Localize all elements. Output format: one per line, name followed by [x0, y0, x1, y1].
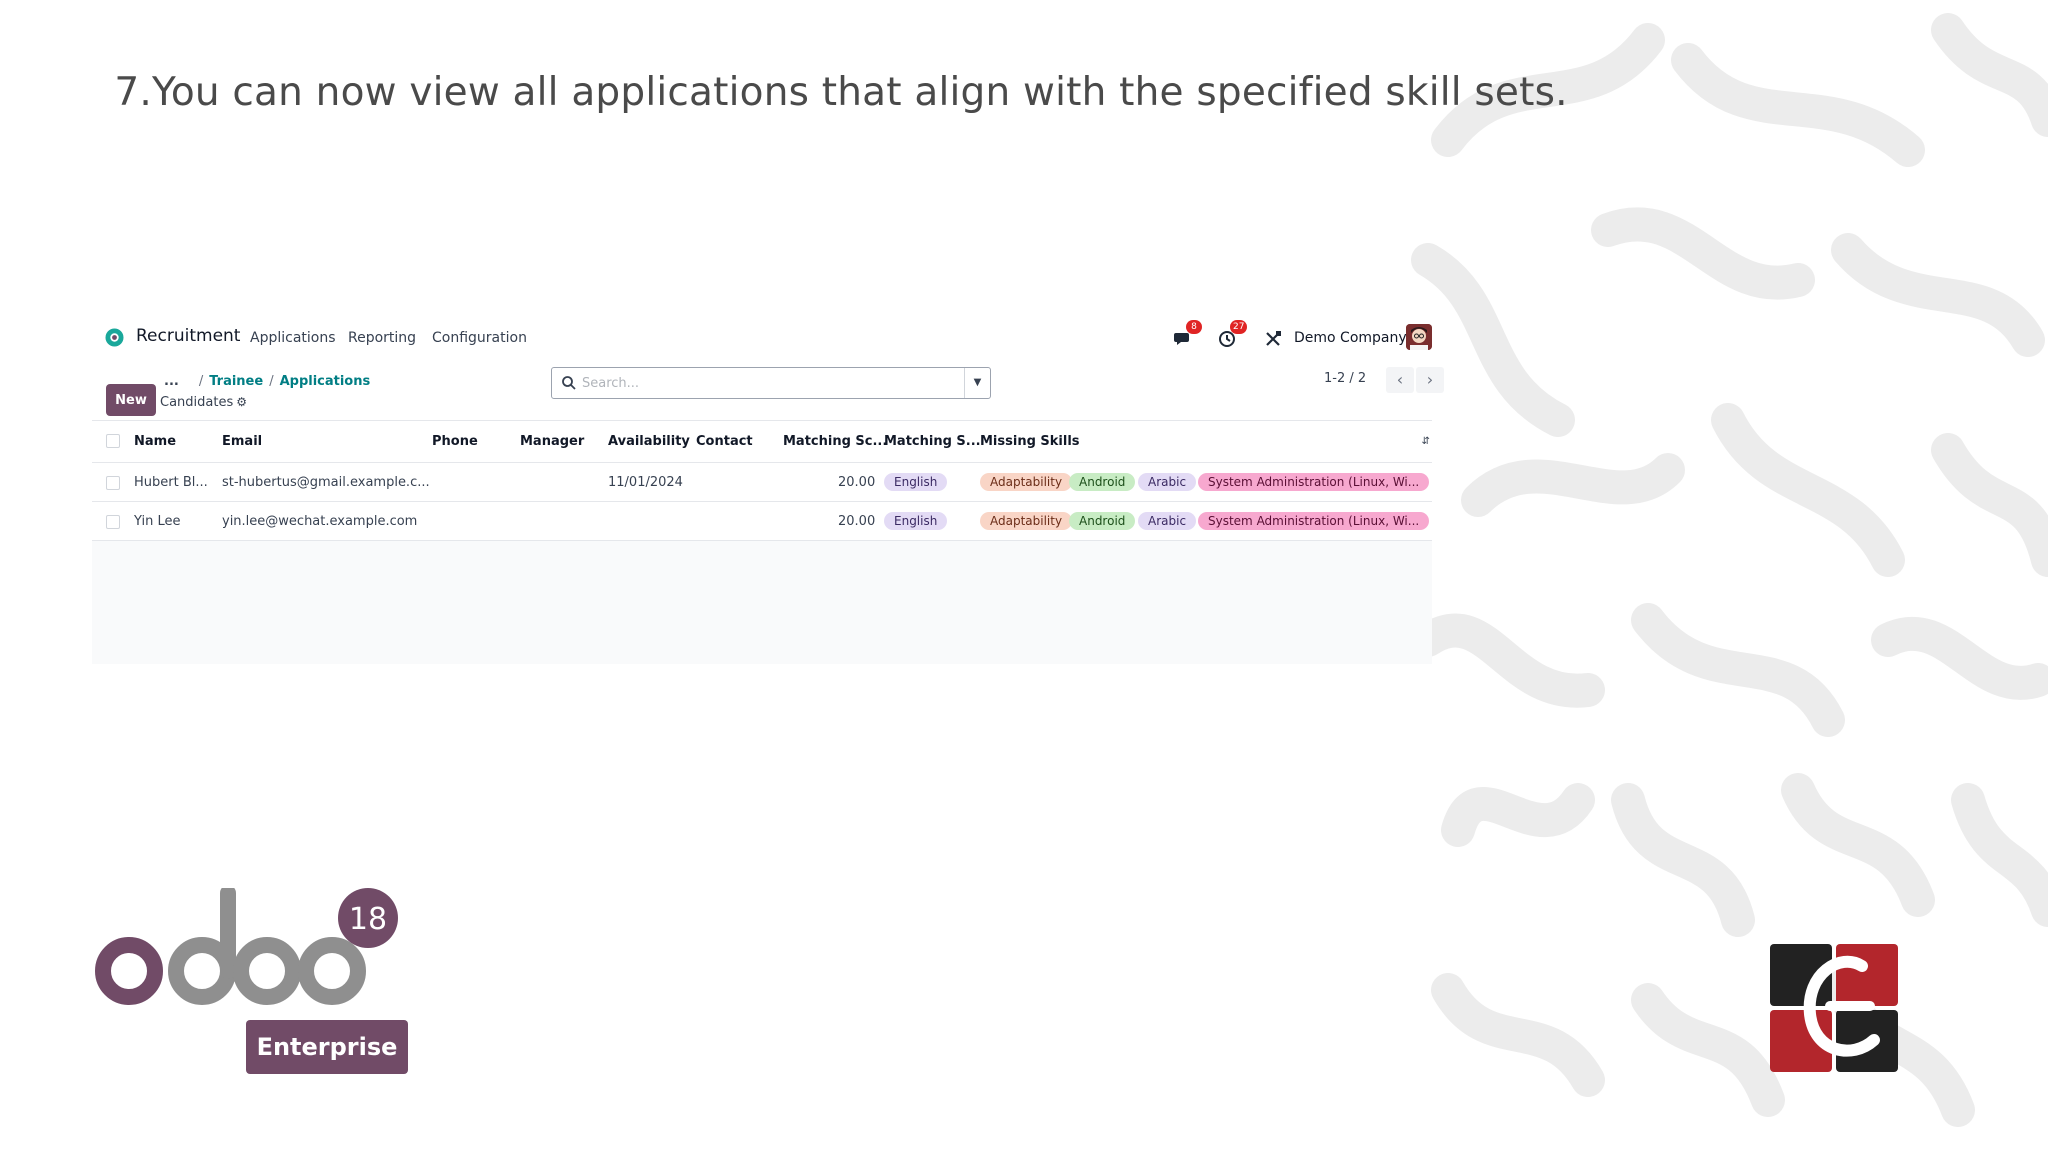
cell-name: Yin Lee: [134, 514, 181, 529]
column-header-phone[interactable]: Phone: [432, 434, 478, 449]
cell-email: yin.lee@wechat.example.com: [222, 514, 418, 529]
breadcrumb-separator: /: [269, 374, 274, 389]
search-input[interactable]: [582, 373, 952, 393]
new-button[interactable]: New: [106, 384, 156, 416]
table-header: Name Email Phone Manager Availability Co…: [92, 421, 1432, 463]
cell-email: st-hubertus@gmail.example.c...: [222, 475, 430, 490]
tag-missing-android: Android: [1069, 512, 1136, 530]
column-header-manager[interactable]: Manager: [520, 434, 584, 449]
view-subtitle: Candidates ⚙: [160, 395, 247, 410]
enterprise-badge: Enterprise: [246, 1020, 408, 1074]
tag-missing-adaptability: Adaptability: [980, 512, 1073, 530]
search-icon: [562, 376, 576, 390]
pager-value[interactable]: 1-2 / 2: [1324, 371, 1366, 386]
menu-configuration[interactable]: Configuration: [432, 330, 527, 346]
user-avatar-image: [1406, 324, 1432, 350]
table-row[interactable]: Yin Lee yin.lee@wechat.example.com 20.00…: [92, 502, 1432, 541]
tag-missing-adaptability: Adaptability: [980, 473, 1073, 491]
breadcrumb-separator: /: [198, 374, 204, 389]
breadcrumb-trainee[interactable]: Trainee: [209, 374, 263, 389]
background-pattern: [1411, 13, 2048, 1127]
tag-missing-arabic: Arabic: [1138, 512, 1197, 530]
column-header-contact[interactable]: Contact: [696, 434, 753, 449]
tag-missing-system-administration: System Administration (Linux, Wi...: [1198, 473, 1430, 491]
breadcrumb-applications[interactable]: Applications: [280, 374, 371, 389]
breadcrumb: ... / Trainee / Applications: [164, 374, 370, 389]
instruction-text: You can now view all applications that a…: [152, 70, 1568, 115]
chat-badge: 8: [1186, 320, 1202, 334]
pager-next-icon[interactable]: ›: [1416, 367, 1444, 393]
table-row[interactable]: Hubert Bl... st-hubertus@gmail.example.c…: [92, 463, 1432, 502]
app-name[interactable]: Recruitment: [136, 326, 240, 346]
column-header-matching-skills[interactable]: Matching S...: [884, 434, 981, 449]
column-header-name[interactable]: Name: [134, 434, 176, 449]
partner-logo: [1770, 944, 1898, 1072]
user-avatar[interactable]: [1406, 324, 1432, 350]
debug-tools-icon[interactable]: [1264, 326, 1288, 350]
cell-matching-score: 20.00: [838, 475, 876, 490]
tag-matching-english: English: [884, 512, 948, 530]
recruitment-app-icon[interactable]: [104, 327, 125, 348]
tag-missing-android: Android: [1069, 473, 1136, 491]
row-checkbox[interactable]: [106, 515, 120, 529]
search-bar[interactable]: ▼: [551, 367, 991, 399]
pager-previous-icon[interactable]: ‹: [1386, 367, 1414, 393]
column-header-availability[interactable]: Availability: [608, 434, 690, 449]
tag-missing-arabic: Arabic: [1138, 473, 1197, 491]
row-checkbox[interactable]: [106, 476, 120, 490]
activity-clock-icon[interactable]: 27: [1218, 320, 1248, 350]
subtitle-text: Candidates: [160, 395, 234, 410]
column-header-matching-score[interactable]: Matching Sc...: [783, 434, 887, 449]
slide-instruction: 7.You can now view all applications that…: [90, 70, 1568, 115]
step-number: 7.: [114, 70, 152, 115]
tag-missing-system-administration: System Administration (Linux, Wi...: [1198, 512, 1430, 530]
odoo-app-window: Recruitment Applications Reporting Confi…: [92, 314, 1444, 664]
gear-icon[interactable]: ⚙: [236, 395, 247, 409]
chat-icon[interactable]: 8: [1174, 320, 1202, 350]
menu-applications[interactable]: Applications: [250, 330, 336, 346]
tag-matching-english: English: [884, 473, 948, 491]
cell-name: Hubert Bl...: [134, 475, 208, 490]
column-header-missing-skills[interactable]: Missing Skills: [980, 434, 1080, 449]
menu-reporting[interactable]: Reporting: [348, 330, 416, 346]
odoo-version-number: 18: [349, 902, 387, 937]
top-navbar: Recruitment Applications Reporting Confi…: [92, 314, 1432, 360]
tools-icon: [1266, 331, 1281, 346]
column-settings-icon[interactable]: ⇵: [1422, 436, 1430, 447]
cell-availability: 11/01/2024: [608, 475, 683, 490]
activity-badge: 27: [1230, 320, 1248, 334]
select-all-checkbox[interactable]: [106, 434, 120, 448]
candidates-list: Name Email Phone Manager Availability Co…: [92, 420, 1432, 664]
breadcrumb-ellipsis[interactable]: ...: [164, 374, 179, 389]
company-switcher[interactable]: Demo Company: [1294, 330, 1407, 346]
search-options-dropdown-icon[interactable]: ▼: [964, 368, 990, 398]
cell-matching-score: 20.00: [838, 514, 876, 529]
column-header-email[interactable]: Email: [222, 434, 262, 449]
